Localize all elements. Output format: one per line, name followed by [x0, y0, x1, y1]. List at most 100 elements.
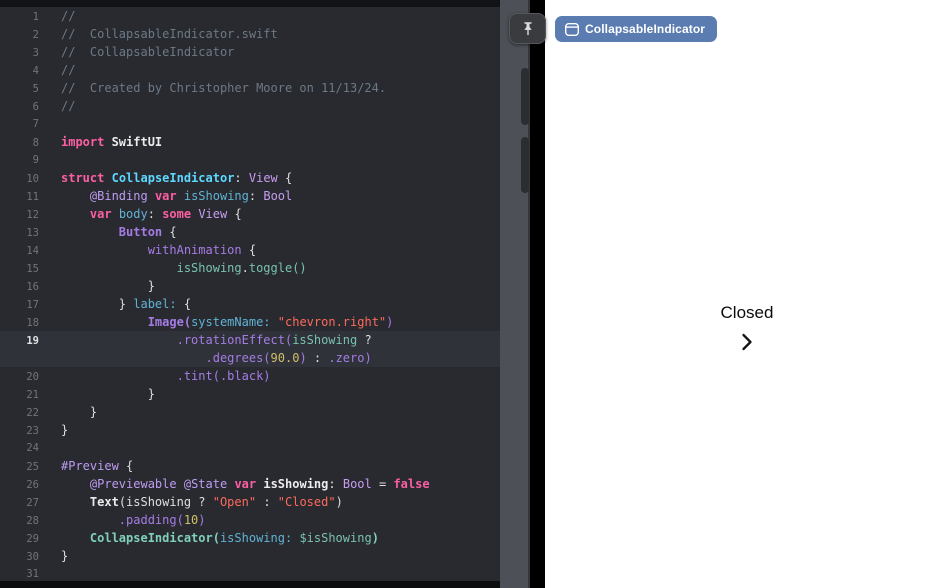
code-line[interactable]: 1//	[0, 7, 500, 25]
code-text: @Binding var isShowing: Bool	[39, 187, 292, 205]
minimap-mark	[521, 68, 529, 125]
code-line[interactable]: 7	[0, 115, 500, 133]
code-text: #Preview {	[39, 457, 133, 475]
pin-preview-button[interactable]	[509, 13, 546, 44]
code-line[interactable]: 18 Image(systemName: "chevron.right")	[0, 313, 500, 331]
preview-canvas: CollapsableIndicator Closed	[545, 0, 949, 588]
line-number[interactable]: 27	[0, 494, 39, 512]
code-text: .rotationEffect(isShowing ?	[39, 331, 372, 349]
code-text: Image(systemName: "chevron.right")	[39, 313, 393, 331]
code-line[interactable]: 2// CollapsableIndicator.swift	[0, 25, 500, 43]
code-line[interactable]: 3// CollapsableIndicator	[0, 43, 500, 61]
line-number[interactable]: 20	[0, 368, 39, 386]
line-number[interactable]: 2	[0, 26, 39, 44]
editor-top-border	[0, 0, 500, 7]
xcode-window: 1//2// CollapsableIndicator.swift3// Col…	[0, 0, 949, 588]
code-line[interactable]: 9	[0, 151, 500, 169]
code-line[interactable]: 20 .tint(.black)	[0, 367, 500, 385]
code-line[interactable]: 5// Created by Christopher Moore on 11/1…	[0, 79, 500, 97]
code-text: // Created by Christopher Moore on 11/13…	[39, 79, 386, 97]
line-number[interactable]: 21	[0, 386, 39, 404]
code-text: }	[39, 403, 97, 421]
code-text: struct CollapseIndicator: View {	[39, 169, 292, 187]
line-number[interactable]: 28	[0, 512, 39, 530]
code-text: isShowing.toggle()	[39, 259, 307, 277]
code-line[interactable]: 24	[0, 439, 500, 457]
code-text: Button {	[39, 223, 177, 241]
code-text: } label: {	[39, 295, 191, 313]
code-line[interactable]: 16 }	[0, 277, 500, 295]
code-text: .degrees(90.0) : .zero)	[39, 349, 372, 367]
line-number[interactable]: 12	[0, 206, 39, 224]
line-number[interactable]: 5	[0, 80, 39, 98]
code-line[interactable]: 26 @Previewable @State var isShowing: Bo…	[0, 475, 500, 493]
state-text: Closed	[721, 303, 774, 323]
code-line[interactable]: 30}	[0, 547, 500, 565]
code-text: //	[39, 61, 75, 79]
code-line[interactable]: 6//	[0, 97, 500, 115]
code-line[interactable]: .degrees(90.0) : .zero)	[0, 349, 500, 367]
code-line[interactable]: 19 .rotationEffect(isShowing ?	[0, 331, 500, 349]
code-line[interactable]: 25#Preview {	[0, 457, 500, 475]
code-text: @Previewable @State var isShowing: Bool …	[39, 475, 430, 493]
code-line[interactable]: 21 }	[0, 385, 500, 403]
code-line[interactable]: 17 } label: {	[0, 295, 500, 313]
line-number[interactable]: 17	[0, 296, 39, 314]
editor-bottom-border	[0, 581, 500, 588]
line-number[interactable]: 7	[0, 115, 39, 133]
code-line[interactable]: 4//	[0, 61, 500, 79]
editor-canvas-divider[interactable]	[530, 0, 545, 588]
collapse-indicator-button[interactable]	[740, 332, 754, 352]
code-line[interactable]: 27 Text(isShowing ? "Open" : "Closed")	[0, 493, 500, 511]
line-number[interactable]: 14	[0, 242, 39, 260]
line-number[interactable]: 4	[0, 62, 39, 80]
source-editor[interactable]: 1//2// CollapsableIndicator.swift3// Col…	[0, 0, 500, 588]
macwindow-icon	[565, 23, 579, 36]
code-text: Text(isShowing ? "Open" : "Closed")	[39, 493, 343, 511]
preview-target-button[interactable]: CollapsableIndicator	[555, 16, 717, 42]
code-line[interactable]: 15 isShowing.toggle()	[0, 259, 500, 277]
line-number[interactable]: 25	[0, 458, 39, 476]
code-line[interactable]: 10struct CollapseIndicator: View {	[0, 169, 500, 187]
line-number[interactable]: 11	[0, 188, 39, 206]
minimap-mark	[521, 137, 529, 193]
line-number[interactable]: 16	[0, 278, 39, 296]
line-number[interactable]: 26	[0, 476, 39, 494]
minimap-strip[interactable]	[500, 0, 530, 588]
code-text: import SwiftUI	[39, 133, 162, 151]
code-line[interactable]: 23}	[0, 421, 500, 439]
code-area[interactable]: 1//2// CollapsableIndicator.swift3// Col…	[0, 7, 500, 583]
code-line[interactable]: 29 CollapseIndicator(isShowing: $isShowi…	[0, 529, 500, 547]
code-text: .tint(.black)	[39, 367, 271, 385]
line-number[interactable]: 9	[0, 151, 39, 169]
line-number[interactable]: 23	[0, 422, 39, 440]
line-number[interactable]: 29	[0, 530, 39, 548]
code-text: // CollapsableIndicator	[39, 43, 234, 61]
line-number[interactable]: 8	[0, 134, 39, 152]
line-number[interactable]: 13	[0, 224, 39, 242]
line-number[interactable]: 19	[0, 332, 39, 350]
code-line[interactable]: 22 }	[0, 403, 500, 421]
code-text: }	[39, 421, 68, 439]
code-text: .padding(10)	[39, 511, 206, 529]
code-line[interactable]: 11 @Binding var isShowing: Bool	[0, 187, 500, 205]
line-number[interactable]: 24	[0, 439, 39, 457]
line-number[interactable]: 10	[0, 170, 39, 188]
preview-target-label: CollapsableIndicator	[585, 22, 705, 36]
code-text: var body: some View {	[39, 205, 242, 223]
chevron-right-icon	[740, 340, 754, 355]
line-number[interactable]: 3	[0, 44, 39, 62]
code-text: // CollapsableIndicator.swift	[39, 25, 278, 43]
code-text: //	[39, 7, 75, 25]
line-number[interactable]: 6	[0, 98, 39, 116]
line-number[interactable]: 1	[0, 8, 39, 26]
code-line[interactable]: 13 Button {	[0, 223, 500, 241]
code-line[interactable]: 8import SwiftUI	[0, 133, 500, 151]
line-number[interactable]: 18	[0, 314, 39, 332]
line-number[interactable]: 22	[0, 404, 39, 422]
code-line[interactable]: 14 withAnimation {	[0, 241, 500, 259]
line-number[interactable]: 15	[0, 260, 39, 278]
code-line[interactable]: 12 var body: some View {	[0, 205, 500, 223]
line-number[interactable]: 30	[0, 548, 39, 566]
code-line[interactable]: 28 .padding(10)	[0, 511, 500, 529]
